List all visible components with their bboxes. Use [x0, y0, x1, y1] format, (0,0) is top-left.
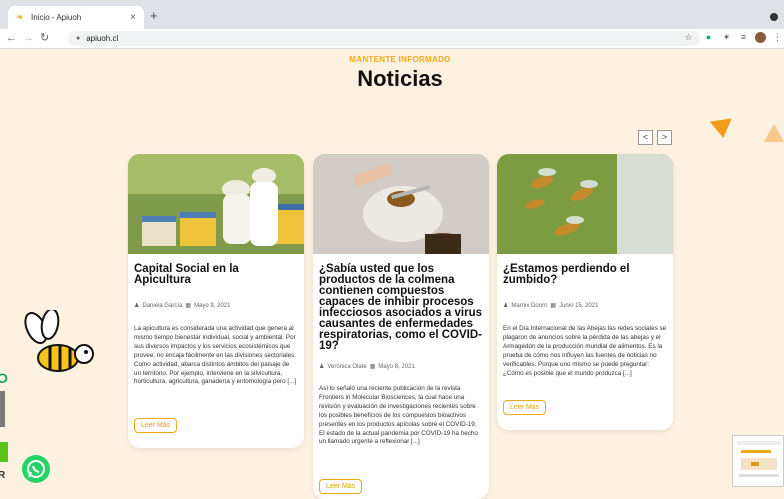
profile-avatar[interactable]: [755, 32, 766, 43]
browser-tab[interactable]: ❧ Inicio - Apiuoh ×: [8, 6, 144, 29]
card-date: Mayo 9, 2021: [194, 302, 231, 309]
whatsapp-button[interactable]: [22, 455, 50, 483]
calendar-icon: ▦: [369, 364, 376, 370]
card-meta: ♟ Daniela García ▦ Mayo 9, 2021: [128, 302, 304, 310]
card-title[interactable]: ¿Sabía usted que los productos de la col…: [313, 254, 489, 352]
carousel-prev-button[interactable]: <: [638, 130, 653, 145]
lock-icon: ●: [76, 35, 81, 42]
card-date: Mayo 8, 2021: [378, 363, 415, 370]
card-date: Junio 15, 2021: [559, 302, 599, 309]
card-author[interactable]: Marnix Doorn: [511, 303, 547, 309]
back-arrow-icon[interactable]: ←: [6, 31, 17, 45]
author-icon: ♟: [319, 364, 325, 370]
forward-arrow-icon[interactable]: →: [23, 31, 34, 45]
menu-kebab-icon[interactable]: ⋮: [772, 32, 783, 43]
browser-tab-strip: ❧ Inicio - Apiuoh × +: [0, 0, 784, 29]
card-meta: ♟ Verónica Olate ▦ Mayo 8, 2021: [313, 363, 489, 371]
bee-illustration-icon: [16, 308, 96, 380]
card-image-bees[interactable]: [497, 154, 673, 254]
news-card-3: ¿Estamos perdiendo el zumbido? ♟ Marnix …: [497, 154, 673, 430]
card-image-propolis[interactable]: [313, 154, 489, 254]
card-title[interactable]: ¿Estamos perdiendo el zumbido?: [497, 254, 673, 286]
whatsapp-icon: [27, 460, 45, 478]
extension-green-icon[interactable]: ●: [703, 32, 714, 43]
tab-title: Inicio - Apiuoh: [31, 13, 82, 22]
site-favicon-icon: ❧: [16, 12, 24, 22]
edge-letter: O: [0, 370, 8, 386]
read-more-button[interactable]: Leer Más: [319, 479, 363, 494]
edge-bar-gray: [0, 391, 5, 427]
read-more-button[interactable]: Leer Más: [503, 400, 547, 415]
bookmark-star-icon[interactable]: ☆: [683, 32, 694, 43]
author-icon: ♟: [503, 303, 509, 309]
card-meta: ♟ Marnix Doorn ▦ Junio 15, 2021: [497, 302, 673, 310]
media-queue-icon[interactable]: ≡: [738, 32, 749, 43]
read-more-button[interactable]: Leer Más: [134, 418, 178, 433]
url-text: apiuoh.cl: [86, 34, 119, 43]
news-card-1: Capital Social en la Apicultura ♟ Daniel…: [128, 154, 304, 448]
new-tab-button[interactable]: +: [150, 9, 158, 22]
author-icon: ♟: [134, 303, 140, 309]
card-excerpt: En el Día Internacional de las Abejas la…: [503, 325, 667, 377]
close-tab-icon[interactable]: ×: [130, 12, 136, 23]
news-section: MANTENTE INFORMADO Noticias < > Capital …: [0, 50, 784, 499]
news-card-2: ¿Sabía usted que los productos de la col…: [313, 154, 489, 499]
calendar-icon: ▦: [185, 303, 192, 309]
card-title[interactable]: Capital Social en la Apicultura: [128, 254, 304, 286]
extensions-puzzle-icon[interactable]: ✶: [721, 32, 732, 43]
page-preview-thumbnail[interactable]: [732, 435, 784, 487]
card-author[interactable]: Daniela García: [142, 303, 182, 309]
section-kicker: MANTENTE INFORMADO: [349, 55, 451, 64]
card-excerpt: La apicultura es considerada una activid…: [134, 325, 297, 386]
card-image-beekeepers[interactable]: [128, 154, 304, 254]
carousel-next-button[interactable]: >: [657, 130, 672, 145]
calendar-icon: ▦: [550, 303, 557, 309]
section-heading: Noticias: [357, 66, 443, 91]
card-excerpt: Así lo señaló una reciente publicación d…: [319, 385, 478, 446]
recording-indicator-icon: [770, 13, 778, 21]
edge-bar-green: [0, 442, 8, 462]
address-bar[interactable]: ● apiuoh.cl: [68, 31, 700, 46]
card-author[interactable]: Verónica Olate: [327, 364, 366, 370]
reload-icon[interactable]: ↻: [40, 31, 49, 45]
decorative-triangle-light: [764, 124, 784, 142]
decorative-triangle: [709, 118, 735, 140]
browser-toolbar: ← → ↻ ● apiuoh.cl ☆ ● ✶ ≡ ⋮: [0, 29, 784, 49]
edge-letter: R: [0, 470, 6, 481]
